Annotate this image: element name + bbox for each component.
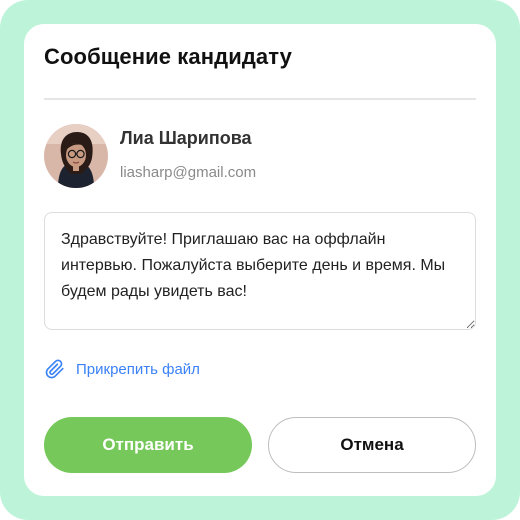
dialog-frame: Сообщение кандидату Лиа Шарипова liashar… <box>0 0 520 520</box>
paperclip-icon <box>45 359 64 379</box>
avatar <box>44 124 108 188</box>
cancel-button[interactable]: Отмена <box>268 417 476 473</box>
send-button[interactable]: Отправить <box>44 417 252 473</box>
candidate-email: liasharp@gmail.com <box>120 164 257 181</box>
divider <box>44 98 476 100</box>
attach-file-link[interactable]: Прикрепить файл <box>44 358 200 380</box>
message-dialog: Сообщение кандидату Лиа Шарипова liashar… <box>24 24 496 496</box>
candidate-name: Лиа Шарипова <box>120 128 252 148</box>
message-textarea[interactable]: Здравствуйте! Приглашаю вас на оффлайн и… <box>44 212 476 330</box>
avatar-image <box>44 124 108 188</box>
attach-file-label: Прикрепить файл <box>76 360 200 378</box>
dialog-title: Сообщение кандидату <box>44 44 292 69</box>
